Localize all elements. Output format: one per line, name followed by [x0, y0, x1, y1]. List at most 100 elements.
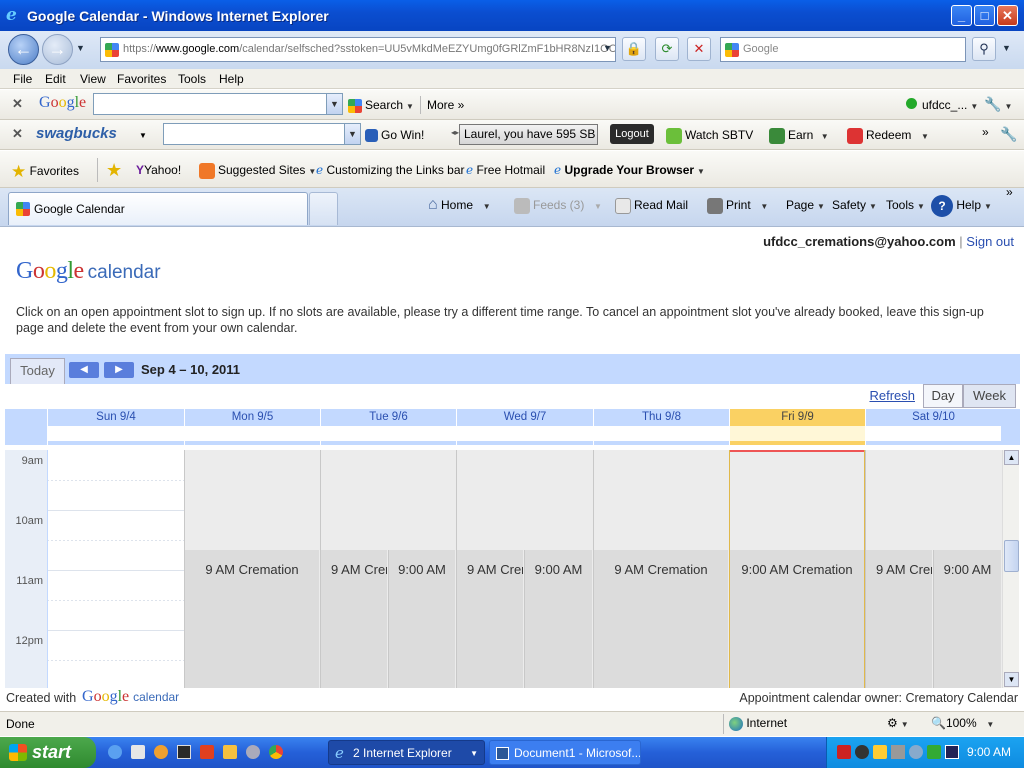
- new-tab-button[interactable]: [309, 192, 338, 225]
- all-day-cell[interactable]: [594, 426, 729, 441]
- quicklaunch-app-icon[interactable]: [246, 745, 260, 759]
- tray-network-icon[interactable]: [891, 745, 905, 759]
- next-week-button[interactable]: ▶: [104, 362, 134, 378]
- google-account-menu[interactable]: ufdcc_... ▼: [922, 98, 978, 112]
- quicklaunch-mail-icon[interactable]: [131, 745, 145, 759]
- refresh-link[interactable]: Refresh: [869, 388, 915, 403]
- taskbar-word-document[interactable]: Document1 - Microsof...: [489, 740, 641, 765]
- lock-icon[interactable]: 🔒: [622, 37, 646, 61]
- prev-week-button[interactable]: ◀: [69, 362, 99, 378]
- google-toolbar-logo[interactable]: Google: [39, 94, 86, 112]
- minimize-button[interactable]: _: [951, 5, 972, 26]
- day-header-fri[interactable]: Fri 9/9: [729, 409, 865, 445]
- view-week-button[interactable]: Week: [963, 384, 1016, 408]
- menu-file[interactable]: File: [13, 72, 32, 86]
- fav-suggested-sites[interactable]: Suggested Sites ▼: [199, 163, 316, 179]
- fav-upgrade-browser[interactable]: e Upgrade Your Browser ▼: [554, 163, 705, 177]
- view-day-button[interactable]: Day: [923, 384, 963, 408]
- earn-menu[interactable]: Earn ▼: [769, 128, 829, 144]
- day-header-tue[interactable]: Tue 9/6: [320, 409, 456, 445]
- quicklaunch-office-icon[interactable]: [200, 745, 214, 759]
- read-mail-button[interactable]: Read Mail: [615, 198, 688, 214]
- all-day-cell[interactable]: [321, 426, 456, 441]
- appointment-slot[interactable]: 9:00 AM: [933, 550, 1001, 688]
- appointment-slot[interactable]: 9:00 AM: [388, 550, 455, 688]
- protected-mode-icon[interactable]: ⚙ ▼: [887, 716, 909, 730]
- scroll-down-icon[interactable]: ▼: [1004, 672, 1019, 687]
- tray-antivirus-icon[interactable]: [837, 745, 851, 759]
- menu-view[interactable]: View: [80, 72, 106, 86]
- day-header-sun[interactable]: Sun 9/4: [47, 409, 184, 445]
- close-toolbar-icon[interactable]: ✕: [12, 96, 23, 112]
- command-bar-overflow-icon[interactable]: »: [1006, 185, 1013, 199]
- swagbucks-search-dropdown-icon[interactable]: ▼: [344, 124, 360, 144]
- refresh-icon[interactable]: ⟳: [655, 37, 679, 61]
- all-day-cell[interactable]: [185, 426, 320, 441]
- all-day-cell[interactable]: [457, 426, 593, 441]
- appointment-slot[interactable]: 9:00 AM: [524, 550, 592, 688]
- swagbucks-search-input[interactable]: ▼: [163, 123, 361, 145]
- google-toolbar-search-input[interactable]: ▼: [93, 93, 343, 115]
- start-button[interactable]: start: [0, 737, 96, 768]
- stop-icon[interactable]: ✕: [687, 37, 711, 61]
- wrench-icon[interactable]: 🔧 ▼: [984, 96, 1012, 113]
- appointment-slot[interactable]: 9 AM Cremation: [594, 550, 728, 688]
- today-button[interactable]: Today: [10, 358, 65, 384]
- all-day-cell[interactable]: [866, 426, 1001, 441]
- fav-customizing-links[interactable]: e Customizing the Links bar: [316, 163, 465, 177]
- quicklaunch-folder-icon[interactable]: [223, 745, 237, 759]
- go-win-button[interactable]: Go Win!: [365, 128, 424, 143]
- quicklaunch-ie-icon[interactable]: [108, 745, 122, 759]
- day-header-thu[interactable]: Thu 9/8: [593, 409, 729, 445]
- day-column-sun[interactable]: [47, 450, 184, 688]
- sign-out-link[interactable]: Sign out: [966, 234, 1014, 249]
- tray-media-icon[interactable]: [945, 745, 959, 759]
- page-menu[interactable]: Page ▼: [786, 198, 825, 212]
- appointment-slot[interactable]: 9:00 AM Cremation: [730, 550, 864, 688]
- forward-button[interactable]: →: [42, 34, 73, 65]
- day-header-sat[interactable]: Sat 9/10: [865, 409, 1001, 445]
- swagbucks-wrench-icon[interactable]: 🔧: [1000, 126, 1017, 143]
- maximize-button[interactable]: □: [974, 5, 995, 26]
- scroll-thumb[interactable]: [1004, 540, 1019, 572]
- tray-volume-icon[interactable]: [909, 745, 923, 759]
- search-history-dropdown-icon[interactable]: ▼: [326, 94, 342, 114]
- quicklaunch-chrome-icon[interactable]: [269, 745, 283, 759]
- swagbucks-menu-icon[interactable]: ▼: [139, 131, 147, 140]
- print-button[interactable]: Print ▼: [707, 198, 768, 214]
- grid-scrollbar[interactable]: ▲ ▼: [1002, 450, 1019, 688]
- feeds-button[interactable]: Feeds (3) ▼: [514, 198, 602, 214]
- swagbucks-logo[interactable]: swagbucks: [36, 125, 117, 142]
- search-go-icon[interactable]: ⚲: [972, 37, 996, 61]
- day-header-mon[interactable]: Mon 9/5: [184, 409, 320, 445]
- tray-update-icon[interactable]: [927, 745, 941, 759]
- url-dropdown-icon[interactable]: ▼: [603, 43, 612, 53]
- browser-search-input[interactable]: Google: [720, 37, 966, 62]
- google-toolbar-more-button[interactable]: More »: [427, 98, 464, 112]
- clock[interactable]: 9:00 AM: [967, 745, 1011, 759]
- redeem-menu[interactable]: Redeem ▼: [847, 128, 929, 144]
- quicklaunch-desktop-icon[interactable]: [177, 745, 191, 759]
- appointment-slot[interactable]: 9 AM Cremation: [866, 550, 932, 688]
- fav-free-hotmail[interactable]: e Free Hotmail: [466, 163, 545, 177]
- google-calendar-logo[interactable]: Google calendar: [16, 258, 161, 285]
- tray-shield-icon[interactable]: [873, 745, 887, 759]
- zoom-level[interactable]: 🔍100% ▼: [931, 716, 994, 730]
- close-button[interactable]: ✕: [997, 5, 1018, 26]
- all-day-cell[interactable]: [730, 426, 865, 441]
- window-title-bar[interactable]: e Google Calendar - Windows Internet Exp…: [0, 0, 1024, 31]
- menu-edit[interactable]: Edit: [45, 72, 66, 86]
- toolbar-overflow-icon[interactable]: »: [982, 125, 989, 139]
- tools-menu[interactable]: Tools ▼: [886, 198, 925, 212]
- appointment-slot[interactable]: 9 AM Cremation: [321, 550, 387, 688]
- appointment-slot[interactable]: 9 AM Cremation: [185, 550, 319, 688]
- home-button[interactable]: ⌂ Home ▼: [428, 196, 491, 214]
- favorites-button[interactable]: ★ Favorites: [11, 162, 79, 182]
- scroll-up-icon[interactable]: ▲: [1004, 450, 1019, 465]
- all-day-cell[interactable]: [48, 426, 184, 441]
- fav-yahoo[interactable]: YYahoo!: [136, 163, 181, 177]
- close-swagbucks-toolbar-icon[interactable]: ✕: [12, 126, 23, 142]
- footer-google-logo[interactable]: Google calendar: [82, 688, 179, 706]
- search-options-icon[interactable]: ▼: [1002, 43, 1011, 53]
- help-menu[interactable]: ? Help ▼: [931, 195, 992, 217]
